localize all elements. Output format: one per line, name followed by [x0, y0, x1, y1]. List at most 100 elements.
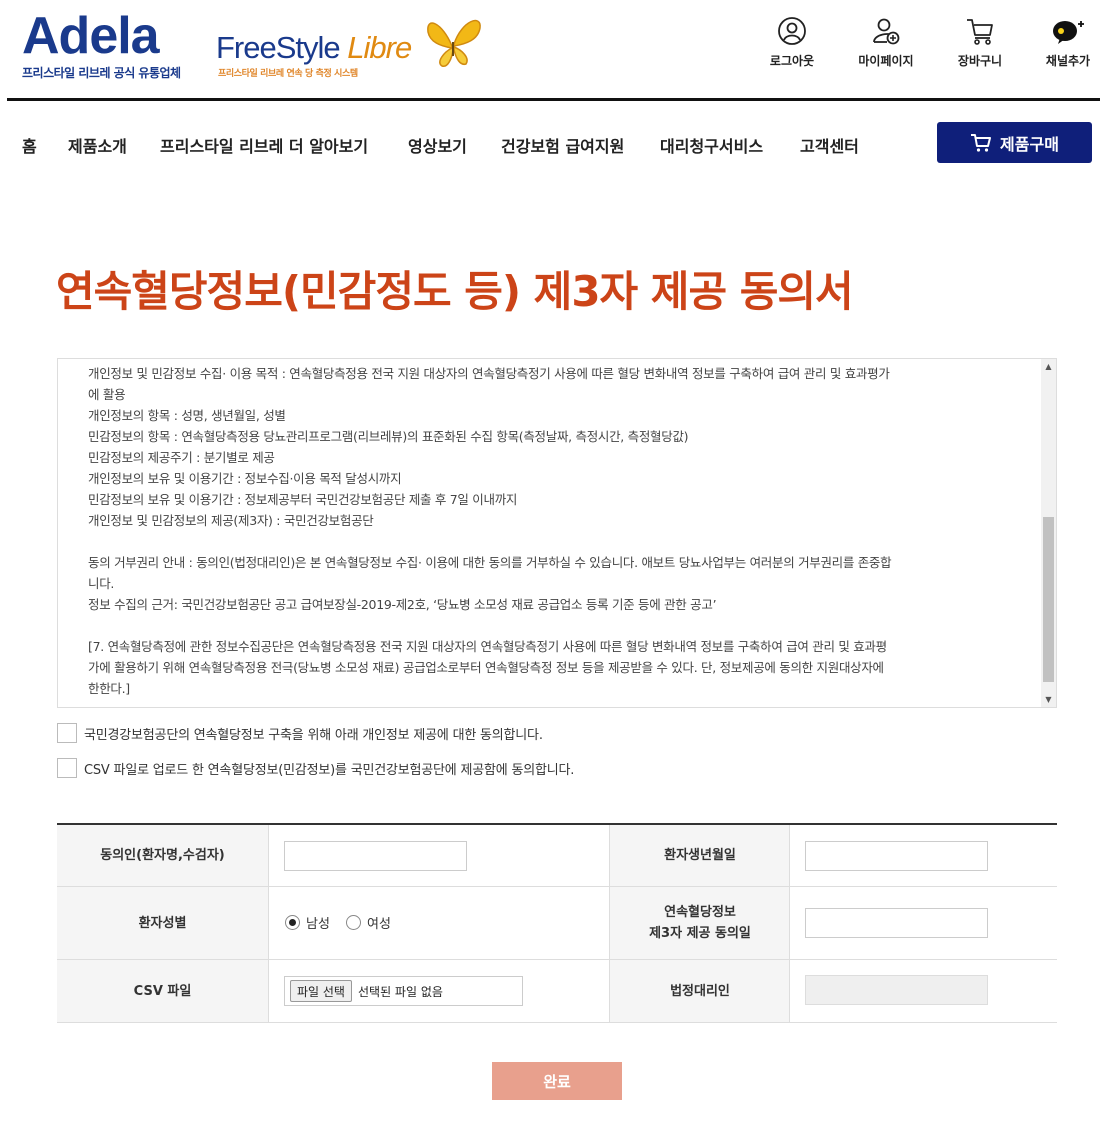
libre-tagline: 프리스타일 리브레 연속 당 측정 시스템	[218, 69, 358, 79]
cart-icon	[967, 19, 993, 45]
form-row: 동의인(환자명,수검자) 환자생년월일	[57, 825, 1057, 887]
logout-label: 로그아웃	[769, 54, 815, 68]
agree-text-nhis: 국민경강보험공단의 연속혈당정보 구축을 위해 아래 개인정보 제공에 대한 동…	[84, 727, 543, 743]
user-icon	[778, 17, 806, 45]
divider	[789, 960, 790, 1022]
nav-item-learn-more[interactable]: 프리스타일 리브레 더 알아보기	[160, 133, 368, 157]
main-nav: 홈 제품소개 프리스타일 리브레 더 알아보기 영상보기 건강보험 급여지원 대…	[0, 122, 1100, 166]
gender-radio-female[interactable]: 여성	[346, 913, 391, 932]
scroll-thumb[interactable]	[1043, 517, 1054, 682]
divider	[268, 960, 269, 1022]
guardian-label: 법정대리인	[610, 960, 790, 1022]
channel-add-label: 채널추가	[1045, 54, 1091, 68]
site-header: Adela 프리스타일 리브레 공식 유통업체 FreeStyle Libre …	[0, 0, 1100, 101]
user-plus-icon	[873, 18, 900, 45]
terms-line: 한한다.]	[88, 681, 130, 696]
consenter-cell	[268, 825, 610, 886]
gender-label: 환자성별	[57, 887, 268, 959]
libre-wordmark-accent: Libre	[347, 30, 412, 65]
divider	[609, 960, 610, 1022]
header-divider	[7, 98, 1100, 101]
file-select-button[interactable]: 파일 선택	[290, 980, 352, 1002]
scroll-up-icon[interactable]: ▲	[1041, 359, 1056, 374]
checkbox[interactable]	[57, 758, 77, 778]
terms-line: 개인정보 및 민감정보 수집· 이용 목적 : 연속혈당측정용 전국 지원 대상…	[88, 366, 890, 381]
kakao-channel-icon	[1053, 21, 1084, 44]
buy-product-button[interactable]: 제품구매	[937, 122, 1092, 163]
adela-tagline: 프리스타일 리브레 공식 유통업체	[22, 66, 181, 80]
consent-date-label: 연속혈당정보 제3자 제공 동의일	[610, 887, 790, 959]
terms-line	[88, 531, 1008, 552]
terms-line: 동의 거부권리 안내 : 동의인(법정대리인)은 본 연속혈당정보 수집· 이용…	[88, 555, 892, 570]
terms-scrollbar[interactable]: ▲ ▼	[1041, 359, 1056, 707]
divider	[789, 887, 790, 959]
divider	[609, 825, 610, 886]
divider	[268, 825, 269, 886]
freestyle-libre-logo[interactable]: FreeStyle Libre 프리스타일 리브레 연속 당 측정 시스템	[216, 12, 486, 82]
terms-textbox[interactable]: 개인정보 및 민감정보 수집· 이용 목적 : 연속혈당측정용 전국 지원 대상…	[57, 358, 1057, 708]
gender-male-label: 남성	[306, 917, 330, 932]
consenter-name-input[interactable]	[284, 841, 467, 871]
cart-icon	[971, 133, 992, 152]
radio-unselected[interactable]	[346, 915, 361, 930]
consent-date-label-line1: 연속혈당정보	[664, 905, 736, 920]
nav-item-home[interactable]: 홈	[22, 133, 37, 157]
cart-label: 장바구니	[957, 54, 1003, 68]
birthdate-input[interactable]	[805, 841, 988, 871]
libre-wordmark-main: FreeStyle	[216, 30, 341, 65]
terms-line: 개인정보의 보유 및 이용기간 : 정보수집·이용 목적 달성시까지	[88, 471, 402, 486]
nav-item-videos[interactable]: 영상보기	[408, 133, 467, 157]
consent-date-label-line2: 제3자 제공 동의일	[649, 926, 751, 941]
csv-file-input[interactable]: 파일 선택 선택된 파일 없음	[284, 976, 523, 1006]
divider	[789, 825, 790, 886]
terms-line	[88, 615, 1008, 636]
gender-cell: 남성 여성	[268, 887, 610, 959]
file-status: 선택된 파일 없음	[357, 984, 443, 999]
cart-link[interactable]: 장바구니	[940, 16, 1020, 69]
divider	[609, 887, 610, 959]
terms-line: 민감정보의 항목 : 연속혈당측정용 당뇨관리프로그램(리브레뷰)의 표준화된 …	[88, 429, 689, 444]
agree-checkbox-csv[interactable]: CSV 파일로 업로드 한 연속혈당정보(민감정보)를 국민건강보험공단에 제공…	[57, 758, 574, 778]
divider	[268, 887, 269, 959]
submit-button[interactable]: 완료	[492, 1062, 622, 1100]
terms-line: 정보 수집의 근거: 국민건강보험공단 공고 급여보장실-2019-제2호, ‘…	[88, 597, 717, 612]
adela-logo[interactable]: Adela 프리스타일 리브레 공식 유통업체	[22, 7, 207, 82]
channel-add-link[interactable]: 채널추가	[1028, 16, 1100, 69]
terms-content: 개인정보 및 민감정보 수집· 이용 목적 : 연속혈당측정용 전국 지원 대상…	[88, 363, 1008, 699]
birth-cell	[790, 825, 1057, 886]
mypage-link[interactable]: 마이페이지	[846, 16, 926, 69]
mypage-label: 마이페이지	[858, 54, 914, 68]
form-row: CSV 파일 파일 선택 선택된 파일 없음 법정대리인	[57, 960, 1057, 1023]
adela-wordmark: Adela	[22, 7, 160, 65]
guardian-input[interactable]	[805, 975, 988, 1005]
nav-item-proxy-claim[interactable]: 대리청구서비스	[660, 133, 763, 157]
logout-link[interactable]: 로그아웃	[752, 16, 832, 69]
terms-line: 개인정보 및 민감정보의 제공(제3자) : 국민건강보험공단	[88, 513, 374, 528]
scroll-down-icon[interactable]: ▼	[1041, 692, 1056, 707]
terms-line: 에 활용	[88, 387, 126, 402]
terms-line: 니다.	[88, 576, 115, 591]
nav-item-customer-center[interactable]: 고객센터	[800, 133, 859, 157]
agree-text-csv: CSV 파일로 업로드 한 연속혈당정보(민감정보)를 국민건강보험공단에 제공…	[84, 762, 575, 778]
terms-line: 가에 활용하기 위해 연속혈당측정용 전극(당뇨병 소모성 재료) 공급업소로부…	[88, 660, 884, 675]
butterfly-icon	[427, 19, 481, 67]
consent-date-input[interactable]	[805, 908, 988, 938]
consent-form-table: 동의인(환자명,수검자) 환자생년월일 환자성별 남성 여성 연속혈당정보 제3…	[57, 823, 1057, 1023]
gender-radio-male[interactable]: 남성	[285, 913, 330, 932]
agree-checkbox-nhis[interactable]: 국민경강보험공단의 연속혈당정보 구축을 위해 아래 개인정보 제공에 대한 동…	[57, 723, 543, 743]
terms-line: 개인정보의 항목 : 성명, 생년월일, 성별	[88, 408, 286, 423]
gender-female-label: 여성	[367, 917, 391, 932]
csv-cell: 파일 선택 선택된 파일 없음	[57, 960, 610, 1022]
form-row: 환자성별 남성 여성 연속혈당정보 제3자 제공 동의일	[57, 887, 1057, 960]
radio-selected[interactable]	[285, 915, 300, 930]
terms-line: 민감정보의 보유 및 이용기간 : 정보제공부터 국민건강보험공단 제출 후 7…	[88, 492, 518, 507]
nav-item-insurance[interactable]: 건강보험 급여지원	[501, 133, 624, 157]
nav-item-products[interactable]: 제품소개	[68, 133, 127, 157]
guardian-cell	[790, 960, 1057, 1022]
page-title: 연속혈당정보(민감정도 등) 제3자 제공 동의서	[56, 267, 854, 316]
buy-product-label: 제품구매	[1000, 134, 1059, 154]
libre-wordmark: FreeStyle Libre	[216, 30, 412, 66]
checkbox[interactable]	[57, 723, 77, 743]
terms-line: 민감정보의 제공주기 : 분기별로 제공	[88, 450, 275, 465]
consent-date-cell	[790, 887, 1057, 959]
